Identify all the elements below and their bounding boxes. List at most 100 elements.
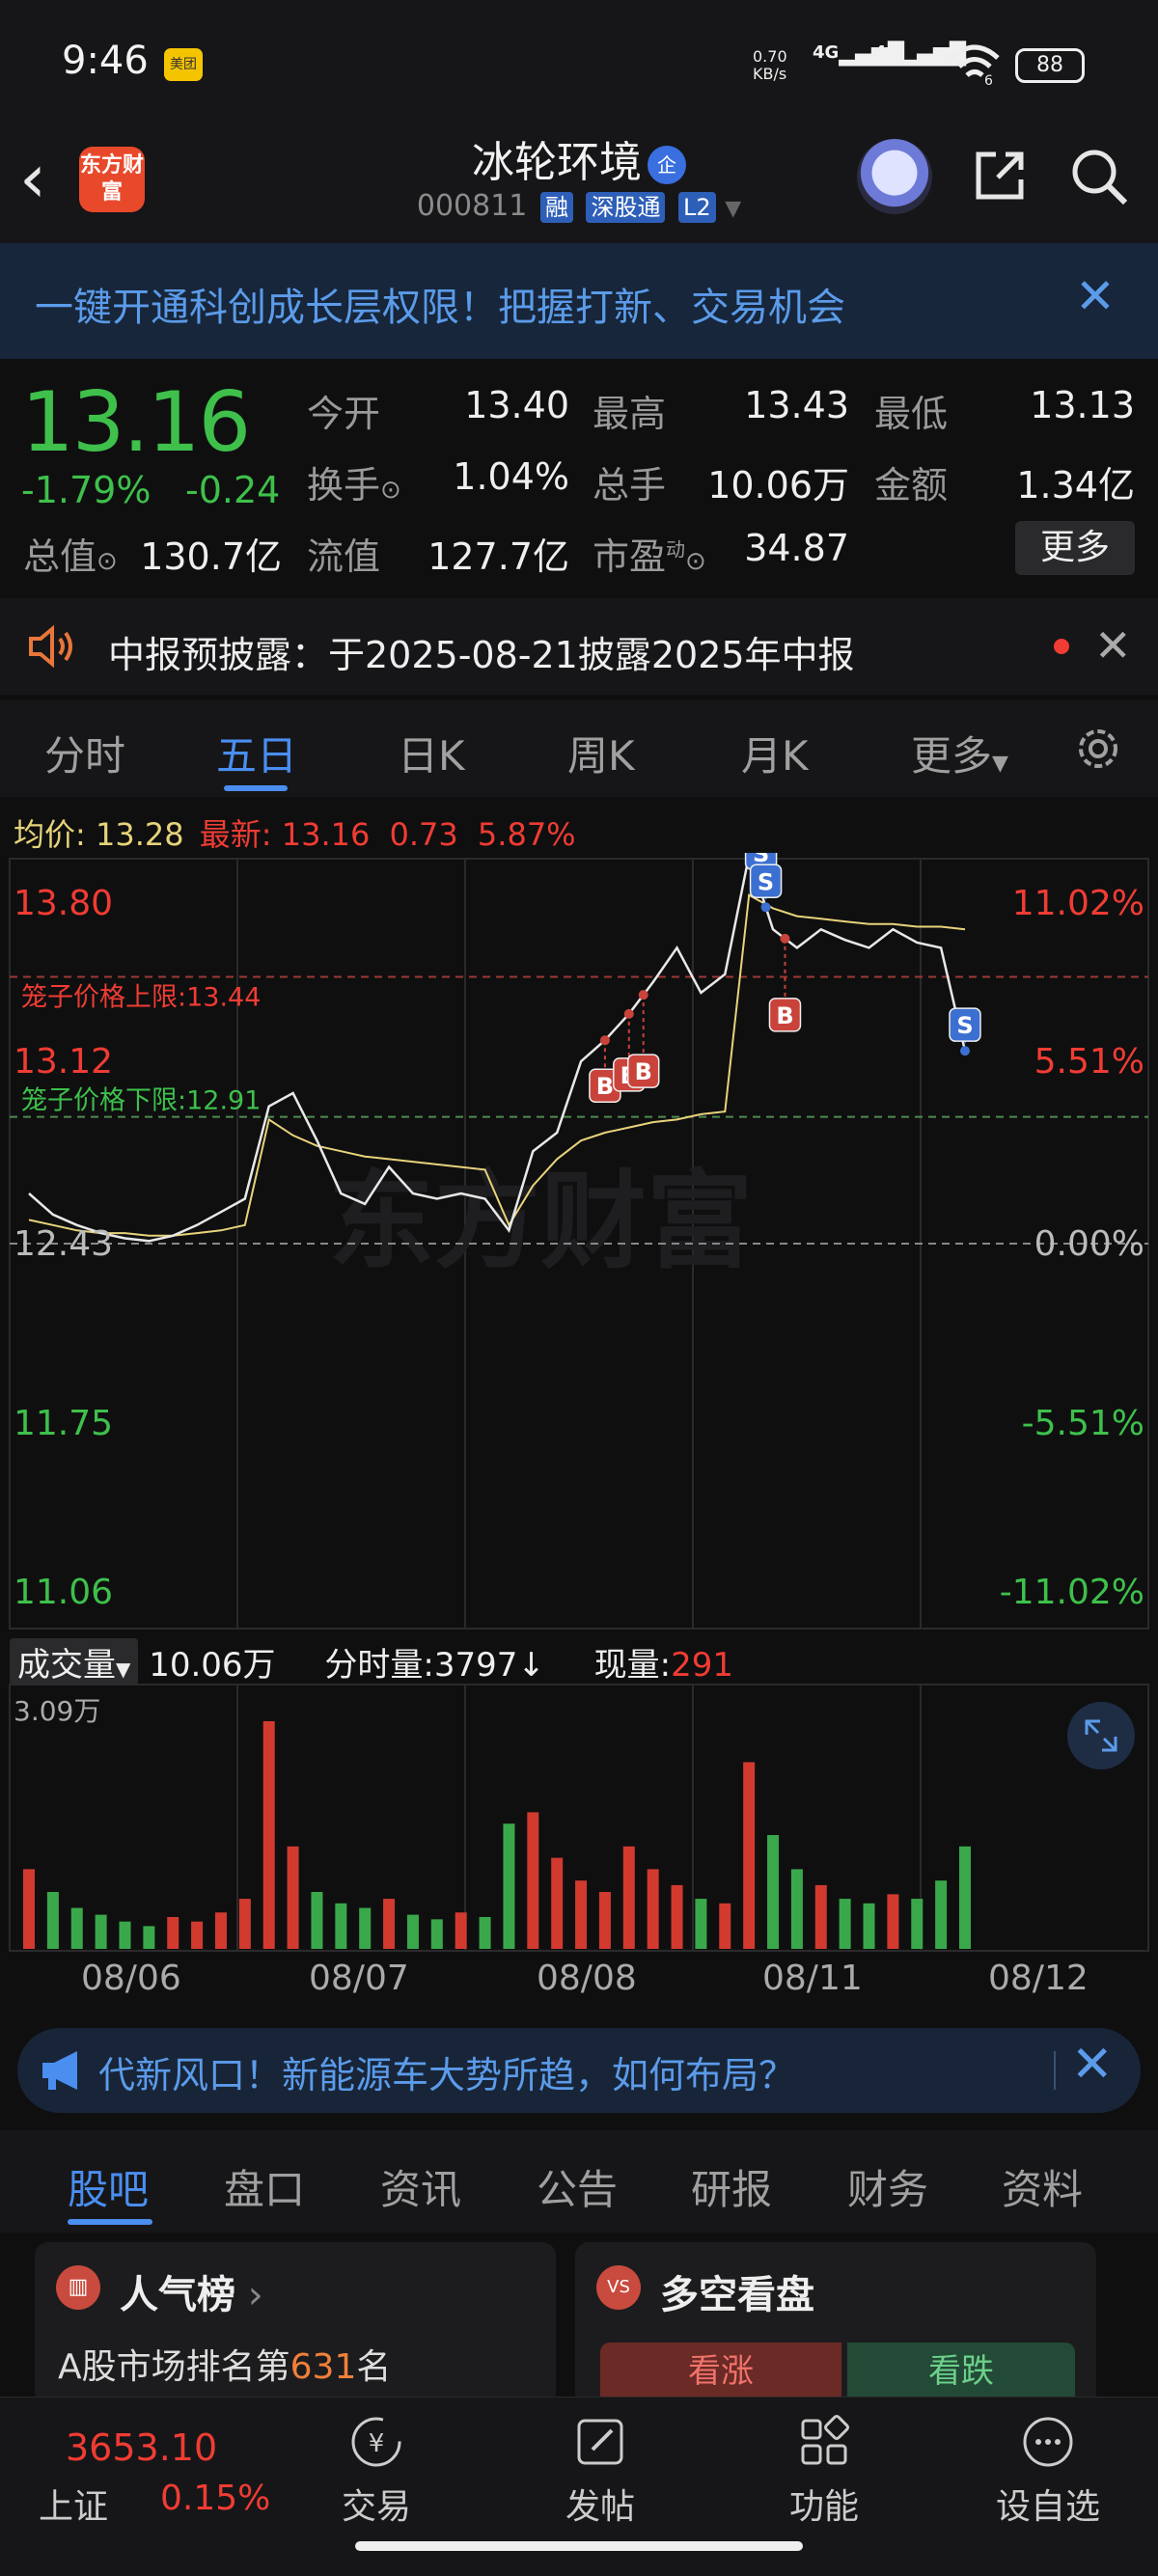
status-time: 9:46 xyxy=(62,39,149,83)
trade-marker-dot xyxy=(960,1046,970,1056)
latest-price-value: 13.16 xyxy=(281,816,371,853)
close-icon[interactable]: ✕ xyxy=(1071,2036,1114,2094)
volume-bar xyxy=(214,1912,227,1949)
nav-trade[interactable]: ¥ 交易 xyxy=(309,2411,444,2529)
date-label: 08/06 xyxy=(81,1959,181,1998)
y-tick-left: 13.80 xyxy=(14,884,113,923)
tab-five-day[interactable]: 五日 xyxy=(216,724,297,782)
float-value: 127.7亿 xyxy=(427,535,569,578)
volume-bar xyxy=(430,1919,443,1949)
notice-bar[interactable]: 中报预披露：于2025-08-21披露2025年中报 ✕ xyxy=(0,598,1158,695)
minute-volume-value: 3797 xyxy=(433,1646,518,1685)
more-button[interactable]: 更多 xyxy=(1015,521,1135,575)
change-amount: -0.24 xyxy=(185,469,281,511)
y-tick-right: -11.02% xyxy=(1000,1573,1144,1612)
sse-index-value[interactable]: 3653.10 xyxy=(66,2426,217,2469)
popularity-card[interactable]: ▥ 人气榜 › A股市场排名第631名 xyxy=(35,2242,556,2406)
info-circle-icon[interactable]: ⊙ xyxy=(96,547,118,576)
open-label: 今开 xyxy=(307,393,381,435)
popularity-rank: A股市场排名第631名 xyxy=(58,2347,392,2387)
tab-guba[interactable]: 股吧 xyxy=(68,2157,149,2216)
tab-monthly-k[interactable]: 月K xyxy=(741,724,809,782)
y-tick-left: 12.43 xyxy=(14,1224,113,1264)
volume-bar xyxy=(935,1880,948,1949)
date-label: 08/08 xyxy=(537,1959,637,1998)
volume-bar xyxy=(622,1846,635,1949)
volume-bar xyxy=(262,1721,275,1949)
tab-announcements[interactable]: 公告 xyxy=(537,2157,618,2216)
sse-index-name[interactable]: 上证 xyxy=(39,2479,108,2529)
megaphone-icon xyxy=(42,2051,77,2090)
legend-change-pct: 5.87% xyxy=(477,816,576,853)
cage-upper-label: 笼子价格上限:13.44 xyxy=(21,983,261,1013)
sse-index-pct[interactable]: 0.15% xyxy=(160,2479,270,2518)
nav-functions[interactable]: 功能 xyxy=(757,2411,892,2529)
promo-banner[interactable]: 一键开通科创成长层权限！把握打新、交易机会 ✕ xyxy=(0,243,1158,359)
total-value-label: 总值⊙ xyxy=(23,535,118,578)
ai-assistant-robot-icon[interactable] xyxy=(857,139,932,214)
caret-down-icon[interactable]: ▼ xyxy=(725,197,741,221)
notice-text[interactable]: 中报预披露：于2025-08-21披露2025年中报 xyxy=(108,625,855,678)
close-icon[interactable]: ✕ xyxy=(1094,619,1132,671)
promo-banner-text[interactable]: 一键开通科创成长层权限！把握打新、交易机会 xyxy=(35,276,845,332)
volume-bar xyxy=(479,1916,491,1949)
tab-weekly-k[interactable]: 周K xyxy=(567,724,635,782)
tab-more[interactable]: 更多▼ xyxy=(911,724,1008,782)
volume-bar xyxy=(455,1912,467,1949)
date-label: 08/12 xyxy=(988,1959,1089,1998)
volume-bar xyxy=(46,1892,59,1949)
ad-banner[interactable]: 代新风口！新能源车大势所趋，如何布局？ ✕ xyxy=(17,2028,1141,2113)
nav-post[interactable]: 发帖 xyxy=(533,2411,668,2529)
period-tabs: 分时 五日 日K 周K 月K 更多▼ xyxy=(0,700,1158,797)
volume-bar xyxy=(527,1812,539,1949)
tab-financials[interactable]: 财务 xyxy=(847,2157,928,2216)
info-circle-icon[interactable]: ⊙ xyxy=(380,476,401,505)
volume-bar xyxy=(887,1894,899,1949)
ad-banner-text[interactable]: 代新风口！新能源车大势所趋，如何布局？ xyxy=(98,2045,795,2098)
trade-marker-dot xyxy=(760,902,771,913)
tab-profile[interactable]: 资料 xyxy=(1002,2157,1083,2216)
volume-bar xyxy=(287,1846,299,1949)
tab-news[interactable]: 资讯 xyxy=(380,2157,461,2216)
volume-bar xyxy=(790,1869,803,1949)
home-indicator xyxy=(355,2541,803,2551)
tab-daily-k[interactable]: 日K xyxy=(398,724,465,782)
current-volume-label: 现量: xyxy=(593,1646,672,1685)
gear-icon[interactable] xyxy=(1071,722,1125,776)
volume-bar xyxy=(503,1823,515,1949)
info-circle-icon[interactable]: ⊙ xyxy=(685,547,706,576)
amount-label: 金额 xyxy=(874,464,949,507)
volume-bar xyxy=(767,1835,780,1949)
five-day-price-chart[interactable]: 东方财富 BBBSSBS 13.8011.02%13.125.51%12.430… xyxy=(0,853,1158,1634)
volume-bar xyxy=(335,1903,347,1949)
volume-bar xyxy=(719,1903,731,1949)
minute-volume-label: 分时量: xyxy=(324,1646,434,1685)
bull-bear-card[interactable]: VS 多空看盘 看涨 看跌 xyxy=(575,2242,1096,2406)
volume-header: 成交量▼ 10.06万 分时量:3797↓ 现量:291 xyxy=(10,1638,733,1685)
date-label: 08/11 xyxy=(762,1959,863,1998)
high-label: 最高 xyxy=(593,393,667,435)
tab-orderbook[interactable]: 盘口 xyxy=(224,2157,305,2216)
share-icon[interactable] xyxy=(969,145,1031,206)
volume-chart[interactable] xyxy=(0,1683,1158,1972)
avg-price-label: 均价: xyxy=(14,816,86,853)
caret-down-icon: ▼ xyxy=(116,1658,131,1681)
close-icon[interactable]: ✕ xyxy=(1075,268,1116,324)
volume-bar xyxy=(575,1880,588,1949)
pe-label: 市盈动⊙ xyxy=(593,535,706,578)
search-icon[interactable] xyxy=(1067,145,1131,208)
volume-bar xyxy=(383,1899,396,1949)
volume-bar xyxy=(23,1869,35,1949)
caret-down-icon: ▼ xyxy=(992,752,1008,776)
tab-intraday[interactable]: 分时 xyxy=(44,724,125,782)
volume-bar xyxy=(70,1907,83,1949)
volume-bar xyxy=(911,1899,924,1949)
trade-marker-dot xyxy=(599,1035,610,1046)
expand-icon[interactable] xyxy=(1067,1702,1135,1769)
turnover-label: 换手⊙ xyxy=(307,464,401,507)
buy-marker-label: B xyxy=(776,1002,793,1029)
tab-research[interactable]: 研报 xyxy=(691,2157,772,2216)
volume-selector[interactable]: 成交量▼ xyxy=(10,1638,139,1685)
volume-bar xyxy=(695,1899,707,1949)
nav-add-watchlist[interactable]: 设自选 xyxy=(980,2411,1116,2529)
